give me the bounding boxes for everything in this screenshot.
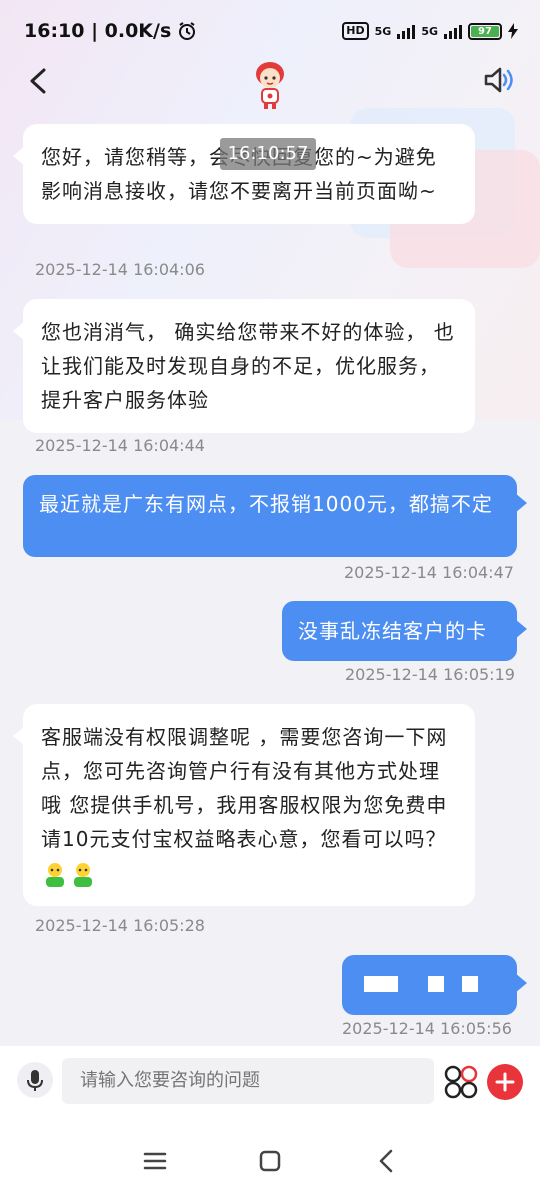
net-label: 5G [421,24,438,38]
message-bubble: 最近就是广东有网点，不报销1000元，都搞不定 [23,475,527,557]
time-overlay: 16:10:57 [220,138,316,170]
system-nav-bar [0,1120,540,1200]
message-bubble: 没事乱冻结客户的卡 [282,601,527,661]
message-timestamp: 2025-12-14 16:05:19 [345,665,515,684]
menu-icon[interactable] [140,1146,170,1176]
emoji-icon [46,862,64,887]
redaction-block [462,976,478,992]
home-icon[interactable] [255,1146,285,1176]
message-text: 最近就是广东有网点，不报销1000元，都搞不定 [39,492,493,516]
message-text: 客服端没有权限调整呢 ，需要您咨询一下网点，您可先咨询管户行有没有其他方式处理哦… [41,725,448,851]
assistant-avatar [256,62,284,109]
speaker-icon[interactable] [480,64,516,96]
message-timestamp: 2025-12-14 16:05:28 [35,916,205,935]
battery-level: 97 [471,25,499,37]
input-bar [0,1046,540,1120]
emoji-icon [74,862,92,887]
hd-badge: HD [342,22,369,40]
apps-icon[interactable] [443,1064,479,1100]
message-text: 您也消消气， 确实给您带来不好的体验， 也让我们能及时发现自身的不足，优化服务，… [41,320,455,412]
plus-icon [495,1072,515,1092]
alarm-icon [179,22,196,40]
message-timestamp: 2025-12-14 16:04:44 [35,436,205,455]
message-timestamp: 2025-12-14 16:04:06 [35,260,205,279]
microphone-button[interactable] [17,1062,53,1098]
chat-header [0,52,540,110]
message-timestamp: 2025-12-14 16:05:56 [342,1019,512,1038]
microphone-icon [27,1070,43,1091]
message-bubble: 客服端没有权限调整呢 ，需要您咨询一下网点，您可先咨询管户行有没有其他方式处理哦… [13,704,475,906]
message-timestamp: 2025-12-14 16:04:47 [344,563,514,582]
signal-icon [444,23,462,39]
charging-icon [508,23,518,39]
redaction-block [364,976,398,992]
signal-icon [397,23,416,39]
message-bubble: 您也消消气， 确实给您带来不好的体验， 也让我们能及时发现自身的不足，优化服务，… [13,299,475,433]
redaction-block [428,976,444,992]
plus-button[interactable] [487,1064,523,1100]
status-time: 16:10 | 0.0K/s [24,20,172,42]
battery-icon: 97 [468,22,502,40]
message-bubble [342,955,527,1015]
message-text: 没事乱冻结客户的卡 [298,619,487,643]
back-nav-icon[interactable] [372,1146,402,1176]
net-label: 5G [374,24,392,38]
message-input[interactable] [62,1058,434,1104]
back-button[interactable] [24,62,54,100]
